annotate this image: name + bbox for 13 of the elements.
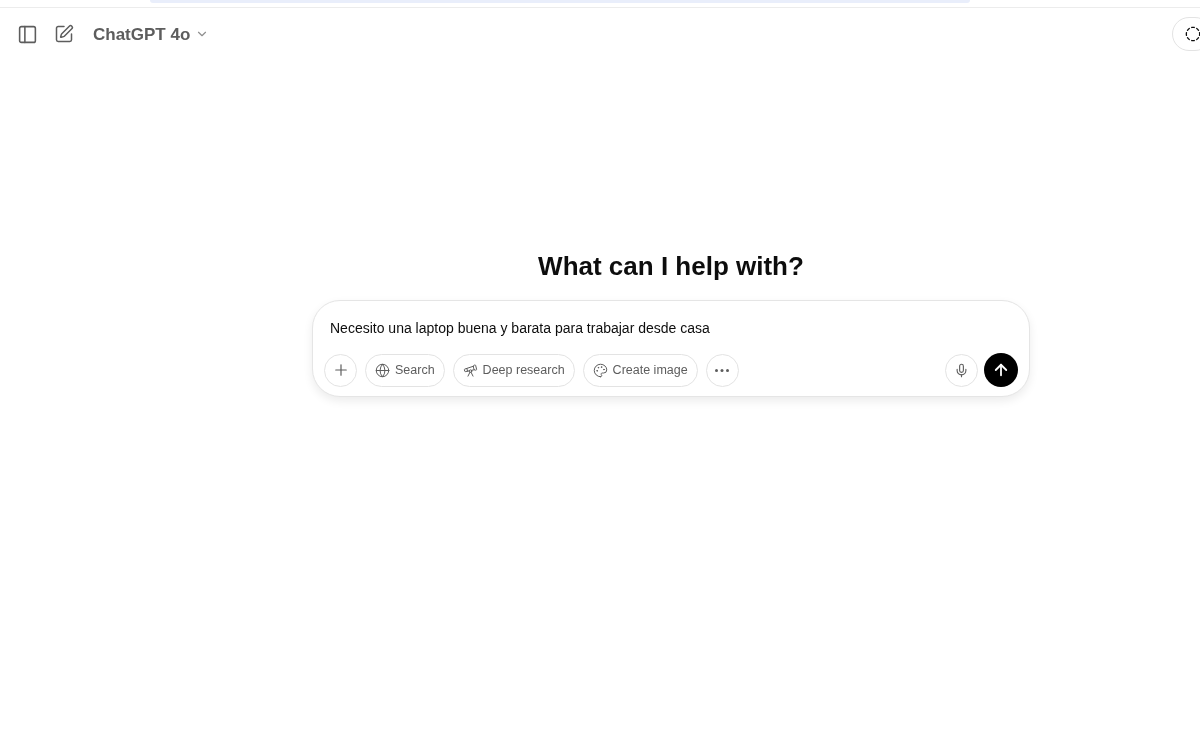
temporary-chat-button[interactable] [1172,17,1200,51]
more-icon [715,368,730,372]
dashed-circle-icon [1185,26,1200,42]
edit-icon [54,24,74,44]
globe-icon [375,362,390,378]
message-input[interactable]: Necesito una laptop buena y barata para trabajar desde casa [324,318,1018,338]
send-button[interactable] [984,353,1018,387]
palette-icon [592,362,608,378]
model-selector[interactable]: ChatGPT 4o [93,25,210,43]
sidebar-icon [16,23,38,45]
microphone-icon [954,362,969,378]
page-heading: What can I help with? [538,250,804,282]
telescope-icon [462,362,478,378]
